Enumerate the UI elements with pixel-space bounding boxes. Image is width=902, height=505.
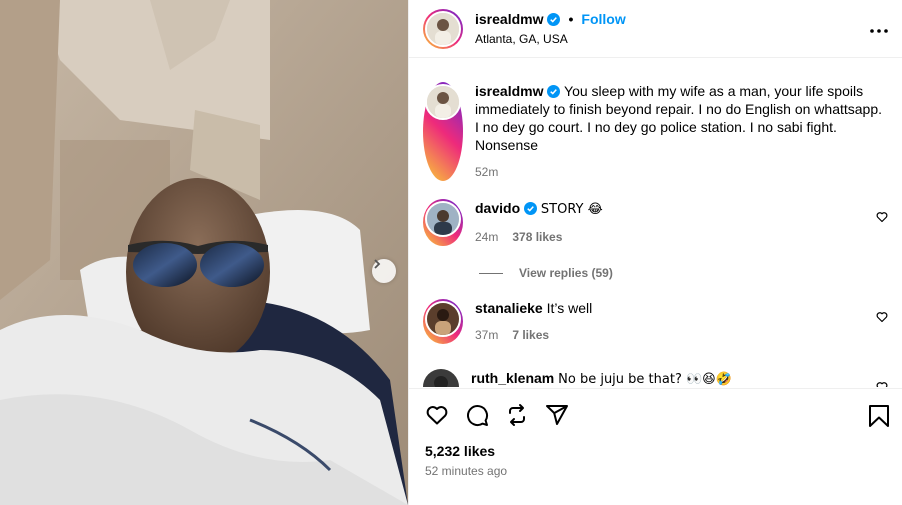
share-icon [546, 404, 568, 425]
next-photo-button[interactable] [372, 259, 396, 283]
bookmark-icon [869, 405, 889, 427]
post-timestamp[interactable]: 52 minutes ago [425, 464, 507, 478]
chevron-right-icon [374, 259, 381, 269]
caption-avatar[interactable] [423, 82, 463, 181]
save-button[interactable] [868, 404, 890, 431]
comment-item: davido STORY 😂 24m 378 likes [423, 199, 888, 246]
caption-time: 52m [475, 165, 499, 179]
caption-row: isrealdmw You sleep with my wife as a ma… [423, 82, 888, 181]
comment-icon [467, 404, 489, 426]
comment-text: No be juju be that? 👀😆🤣 [558, 372, 732, 387]
avatar-image [427, 12, 459, 45]
post-header: isrealdmw • Follow Atlanta, GA, USA [409, 0, 902, 58]
comment-avatar[interactable] [423, 369, 459, 387]
verified-badge-icon [547, 12, 561, 26]
selfie-image [0, 0, 408, 505]
comments-list[interactable]: isrealdmw You sleep with my wife as a ma… [409, 59, 902, 387]
instagram-post-modal: isrealdmw • Follow Atlanta, GA, USA isre… [0, 0, 902, 505]
avatar-image [427, 303, 459, 335]
comment-username[interactable]: stanalieke [475, 300, 543, 316]
heart-icon[interactable] [876, 211, 888, 223]
view-replies-button[interactable]: View replies (59) [473, 266, 613, 280]
avatar-image [423, 369, 459, 387]
comment-username[interactable]: ruth_klenam [471, 370, 554, 386]
comment-likes[interactable]: 7 likes [512, 326, 549, 344]
more-options-icon[interactable] [870, 16, 888, 39]
post-side-panel: isrealdmw • Follow Atlanta, GA, USA isre… [408, 0, 902, 505]
follow-button[interactable]: Follow [581, 11, 625, 27]
like-button[interactable] [425, 403, 449, 427]
comment-text: It’s well [546, 300, 593, 316]
avatar-image [427, 203, 459, 235]
view-replies-label: View replies (59) [519, 266, 613, 280]
verified-badge-icon [547, 85, 561, 98]
comment-time: 37m [475, 328, 499, 342]
action-bar [409, 388, 902, 440]
comment-avatar[interactable] [423, 299, 463, 344]
author-avatar[interactable] [423, 8, 463, 49]
comment-button[interactable] [465, 403, 489, 427]
comment-time: 24m [475, 230, 499, 244]
comment-likes[interactable]: 378 likes [512, 228, 562, 246]
separator-dot: • [568, 11, 574, 27]
post-photo [0, 0, 408, 505]
repost-icon [509, 403, 525, 426]
comment-text: STORY 😂 [540, 202, 603, 217]
heart-icon[interactable] [876, 311, 888, 323]
heart-icon[interactable] [876, 381, 888, 387]
replies-divider [479, 272, 503, 274]
likes-count[interactable]: 5,232 likes [425, 443, 495, 459]
comment-username[interactable]: davido [475, 200, 520, 216]
comment-avatar[interactable] [423, 199, 463, 246]
post-location[interactable]: Atlanta, GA, USA [475, 32, 626, 46]
verified-badge-icon [524, 202, 538, 215]
repost-button[interactable] [505, 403, 529, 427]
author-username[interactable]: isrealdmw [475, 11, 543, 27]
comment-item: stanalieke It’s well 37m 7 likes [423, 299, 888, 344]
comment-item: ruth_klenam No be juju be that? 👀😆🤣 [423, 369, 888, 387]
avatar-image [427, 86, 459, 118]
heart-icon [426, 405, 448, 424]
caption-username[interactable]: isrealdmw [475, 83, 543, 99]
share-button[interactable] [545, 403, 569, 427]
